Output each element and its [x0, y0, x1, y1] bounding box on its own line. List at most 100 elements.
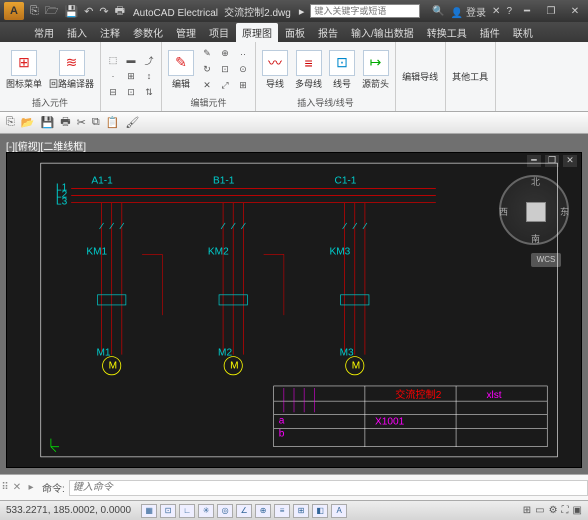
restore-button[interactable]: ❐ [542, 4, 560, 18]
qtb-cut-icon[interactable]: ✂ [77, 116, 86, 129]
svg-text:KM2: KM2 [208, 246, 229, 257]
qat-save-icon[interactable]: 💾 [64, 5, 78, 18]
tool-icon[interactable]: ⤢ [217, 79, 233, 93]
status-ann-icon[interactable]: A [331, 504, 347, 518]
qat-undo-icon[interactable]: ↶ [84, 5, 93, 18]
cmd-prompt-icon[interactable]: ▸ [24, 482, 38, 493]
wirenumber-button[interactable]: ⊡线号 [327, 48, 357, 92]
tab-io[interactable]: 输入/输出数据 [345, 23, 420, 42]
cmd-handle-icon[interactable]: ⠿ [0, 482, 10, 493]
status-max-icon[interactable]: ⛶ [562, 505, 569, 516]
tab-online[interactable]: 联机 [507, 23, 539, 42]
tool-icon[interactable]: ⊕ [217, 47, 233, 61]
schematic-drawing: L1L2L3 A1-1B1-1C1-1 KM1KM2KM3 MMM M1M2M3 [7, 153, 581, 467]
drawing-canvas[interactable]: [-][俯视][二维线框] ━ ❐ ✕ 北 南 东 西 WCS L1L2L3 [0, 134, 588, 474]
tool-icon[interactable]: ⊡ [123, 85, 139, 99]
status-qp-icon[interactable]: ⊞ [293, 504, 309, 518]
icon-menu-button[interactable]: ⊞图标菜单 [4, 48, 44, 92]
tab-annotate[interactable]: 注释 [94, 23, 126, 42]
tool-icon[interactable]: ⤴ [141, 53, 157, 67]
status-ortho-icon[interactable]: ∟ [179, 504, 195, 518]
status-osnap-icon[interactable]: ◎ [217, 504, 233, 518]
status-sc-icon[interactable]: ◧ [312, 504, 328, 518]
tool-icon[interactable]: ⇅ [141, 85, 157, 99]
svg-text:KM3: KM3 [329, 246, 350, 257]
help-icon[interactable]: ? [506, 6, 512, 17]
tool-icon[interactable]: ⊙ [235, 63, 251, 77]
edit-tools-grid[interactable]: ✎⊕·· ↻⊡⊙ ✕⤢⊞ [199, 47, 251, 93]
coordinates-display[interactable]: 533.2271, 185.0002, 0.0000 [6, 505, 131, 516]
tool-icon[interactable]: ⬚ [105, 53, 121, 67]
status-polar-icon[interactable]: ✳ [198, 504, 214, 518]
svg-text:KM1: KM1 [86, 246, 107, 257]
edit-component-button[interactable]: ✎编辑 [166, 48, 196, 92]
svg-text:L3: L3 [56, 197, 68, 208]
other-tools-button[interactable]: 其他工具 [450, 68, 490, 85]
tool-icon[interactable]: ↕ [141, 69, 157, 83]
qtb-copy-icon[interactable]: ⧉ [92, 116, 100, 129]
close-button[interactable]: ✕ [566, 4, 584, 18]
tab-addin[interactable]: 插件 [474, 23, 506, 42]
qtb-save-icon[interactable]: 💾 [41, 116, 55, 129]
tab-manage[interactable]: 管理 [170, 23, 202, 42]
qtb-brush-icon[interactable]: 🖌 [125, 116, 139, 129]
tab-parametric[interactable]: 参数化 [127, 23, 169, 42]
tool-icon[interactable]: ▬ [123, 53, 139, 67]
help-search-input[interactable] [310, 4, 420, 18]
tool-icon[interactable]: ⊞ [235, 79, 251, 93]
tab-schematic[interactable]: 原理图 [236, 23, 278, 42]
status-grid-icon[interactable]: ▦ [141, 504, 157, 518]
qtb-open-icon[interactable]: 📂 [21, 116, 35, 129]
cmd-close-icon[interactable]: ✕ [10, 482, 24, 493]
circuit-builder-button[interactable]: ≋回路编译器 [47, 48, 96, 92]
svg-text:b: b [279, 429, 285, 440]
model-tab-icon[interactable]: ⊞ [523, 505, 531, 516]
wire-button[interactable]: 〰导线 [260, 48, 290, 92]
command-input[interactable] [69, 480, 588, 496]
login-link[interactable]: 👤 登录 [451, 4, 486, 19]
qtb-new-icon[interactable]: ⎘ [6, 116, 15, 129]
svg-text:B1-1: B1-1 [213, 175, 235, 186]
app-logo[interactable]: A [4, 2, 24, 20]
help-arrow-icon[interactable]: ▸ [299, 5, 305, 18]
tab-insert[interactable]: 插入 [61, 23, 93, 42]
qtb-paste-icon[interactable]: 📋 [106, 116, 120, 129]
status-clean-icon[interactable]: ▣ [573, 505, 582, 516]
tool-icon[interactable]: ⊡ [217, 63, 233, 77]
search-icon[interactable]: 🔍 [432, 6, 444, 17]
qat-open-icon[interactable]: 🗁 [45, 2, 59, 21]
tab-convert[interactable]: 转换工具 [421, 23, 473, 42]
minimize-button[interactable]: ━ [518, 4, 536, 18]
qtb-print-icon[interactable]: 🖶 [60, 113, 70, 132]
component-tools-grid[interactable]: ⬚▬⤴ ·⊞↕ ⊟⊡⇅ [105, 53, 157, 99]
panel-wires-title: 插入导线/线号 [260, 95, 391, 109]
tab-report[interactable]: 报告 [312, 23, 344, 42]
tab-project[interactable]: 项目 [203, 23, 235, 42]
exchange-icon[interactable]: ✕ [492, 6, 500, 17]
layout-icon[interactable]: ▭ [535, 505, 544, 516]
tab-panel[interactable]: 面板 [279, 23, 311, 42]
qat-redo-icon[interactable]: ↷ [99, 5, 108, 18]
quick-toolbar: ⎘ 📂 💾 🖶 ✂ ⧉ 📋 🖌 [0, 112, 588, 134]
app-title: AutoCAD Electrical 交流控制2.dwg [133, 4, 291, 19]
source-arrow-button[interactable]: ↦源箭头 [360, 48, 391, 92]
svg-text:M2: M2 [218, 348, 232, 359]
multibus-button[interactable]: ≡多母线 [293, 48, 324, 92]
status-dyn-icon[interactable]: ⊕ [255, 504, 271, 518]
tool-icon[interactable]: ⊞ [123, 69, 139, 83]
status-otrack-icon[interactable]: ∠ [236, 504, 252, 518]
qat-new-icon[interactable]: ⎘ [30, 5, 39, 18]
tab-home[interactable]: 常用 [28, 23, 60, 42]
tool-icon[interactable]: ↻ [199, 63, 215, 77]
status-gear-icon[interactable]: ⚙ [549, 505, 558, 516]
status-snap-icon[interactable]: ⊡ [160, 504, 176, 518]
edit-wire-button[interactable]: 编辑导线 [400, 68, 440, 85]
svg-text:M: M [352, 361, 360, 372]
qat-print-icon[interactable]: 🖶 [115, 2, 125, 21]
tool-icon[interactable]: ⊟ [105, 85, 121, 99]
tool-icon[interactable]: ✎ [199, 47, 215, 61]
tool-icon[interactable]: ✕ [199, 79, 215, 93]
tool-icon[interactable]: ·· [235, 47, 251, 61]
tool-icon[interactable]: · [105, 69, 121, 83]
status-lwt-icon[interactable]: ≡ [274, 504, 290, 518]
